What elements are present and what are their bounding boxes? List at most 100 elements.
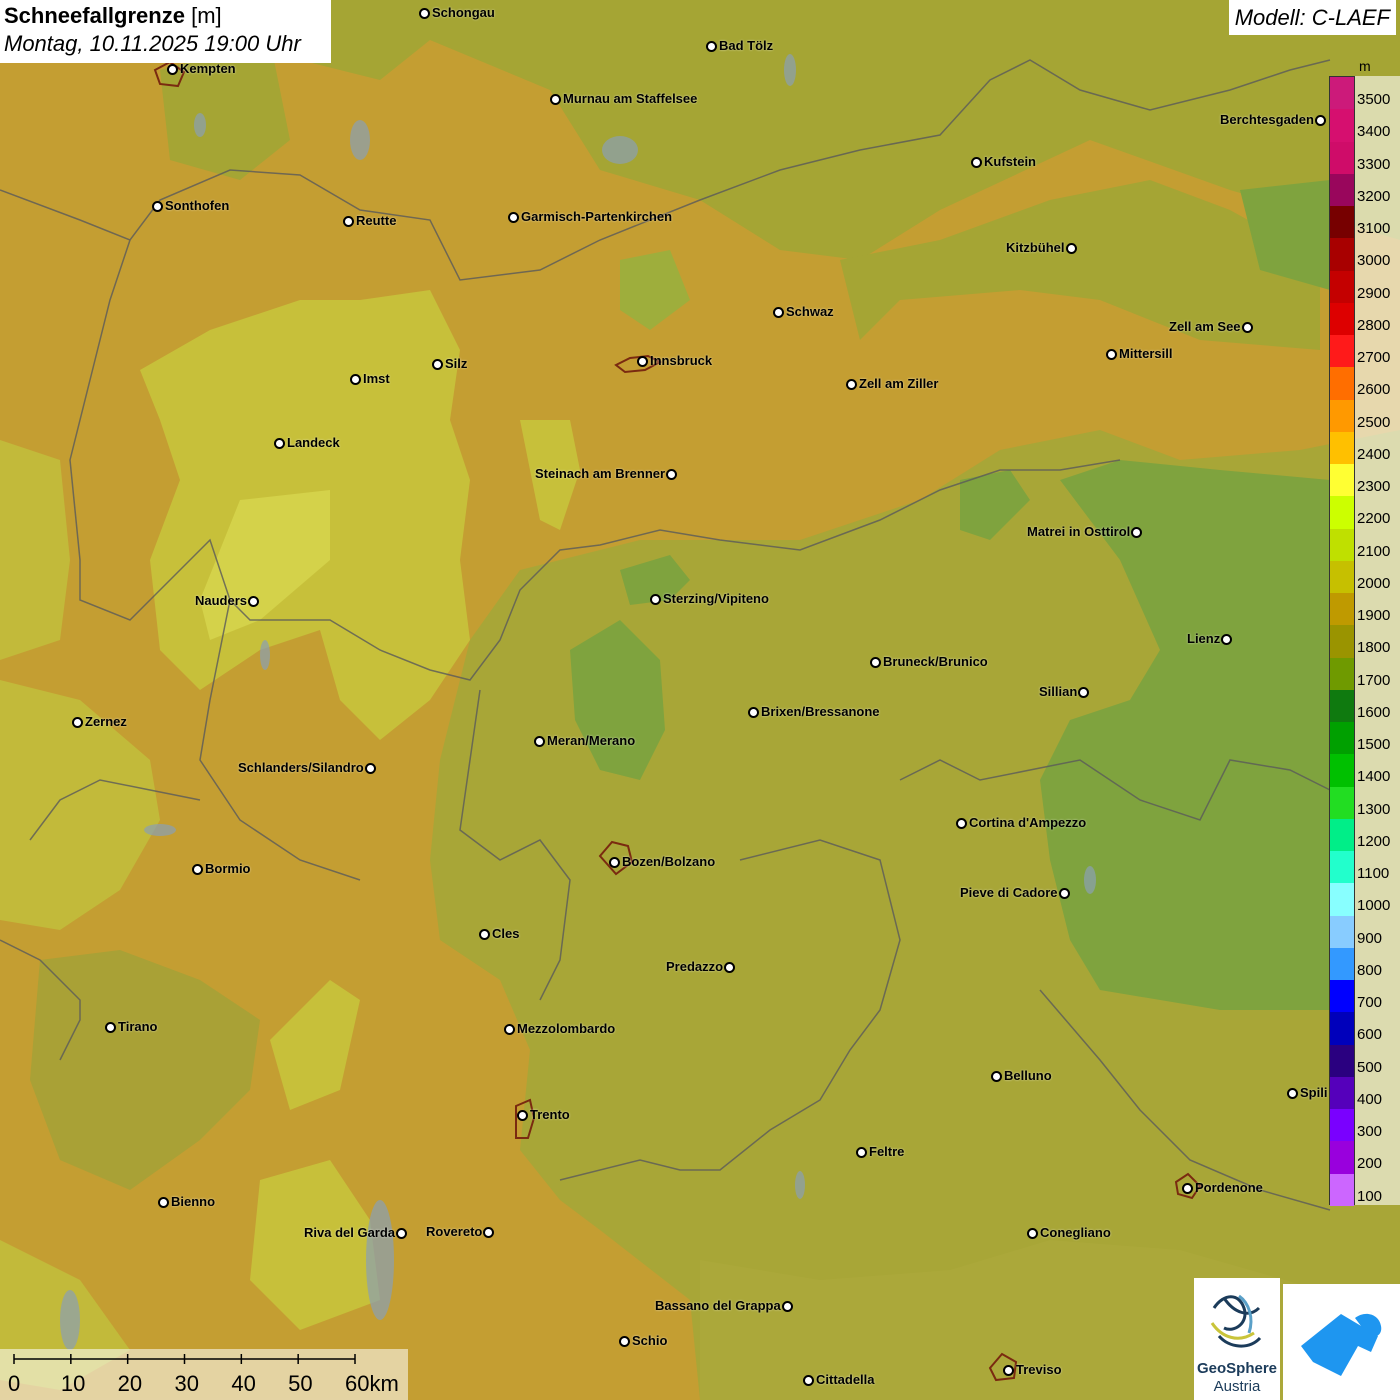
geosphere-logo[interactable]: GeoSphere Austria [1194, 1278, 1280, 1400]
scale-label: 50 [288, 1371, 313, 1396]
scale-label: 30 [174, 1371, 199, 1396]
city-label: Bienno [171, 1194, 216, 1209]
legend-label: 1500 [1357, 736, 1391, 754]
city-dot-icon [192, 864, 203, 875]
city-label: Schlanders/Silandro [238, 760, 364, 775]
legend-color-segment [1330, 399, 1354, 432]
legend-label: 200 [1357, 1155, 1383, 1173]
city-label: Mittersill [1119, 346, 1173, 361]
city-dot-icon [706, 41, 717, 52]
city-dot-icon [72, 717, 83, 728]
map-view[interactable]: Schongau Bad Tölz Kempten Murnau am Staffel… [0, 0, 1400, 1400]
city-label: Reutte [356, 213, 397, 228]
city-dot-icon [1242, 322, 1253, 333]
city-label: Cittadella [816, 1372, 875, 1387]
city-label: Predazzo [666, 959, 724, 974]
city-dot-icon [1078, 687, 1089, 698]
legend-color-segment [1330, 980, 1354, 1013]
legend-label: 1600 [1357, 703, 1391, 721]
city-label: Sonthofen [165, 198, 230, 213]
legend-color-segment [1330, 1173, 1354, 1206]
city-label: Treviso [1016, 1362, 1062, 1377]
geosphere-logo-icon [1210, 1294, 1262, 1348]
city-dot-icon [158, 1197, 169, 1208]
city-label: Trento [530, 1107, 570, 1122]
city-dot-icon [637, 356, 648, 367]
legend-color-segment [1330, 947, 1354, 980]
scale-label: 20 [117, 1371, 143, 1396]
city-dot-icon [1003, 1365, 1014, 1376]
city-label: Conegliano [1040, 1225, 1111, 1240]
city-dot-icon [609, 857, 620, 868]
legend-label: 900 [1357, 929, 1383, 947]
legend-label: 800 [1357, 961, 1383, 979]
legend-color-segment [1330, 1012, 1354, 1045]
legend-color-segment [1330, 689, 1354, 722]
city-dot-icon [550, 94, 561, 105]
warnapp-logo-icon [1301, 1313, 1382, 1376]
legend-label: 100 [1357, 1187, 1383, 1205]
city-label: Meran/Merano [547, 733, 636, 748]
map-title-main: Schneefallgrenze [4, 3, 185, 28]
legend-color-segment [1330, 141, 1354, 174]
legend-label: 2600 [1357, 381, 1391, 399]
city-dot-icon [274, 438, 285, 449]
legend-label: 1200 [1357, 832, 1391, 850]
legend-color-segment [1330, 1109, 1354, 1142]
city-label: Kufstein [984, 154, 1036, 169]
city-label: Schwaz [786, 304, 834, 319]
legend-label: 3400 [1357, 123, 1391, 141]
legend-label: 2100 [1357, 542, 1391, 560]
legend-color-segment [1330, 722, 1354, 755]
legend-color-segment [1330, 786, 1354, 819]
city-dot-icon [1131, 527, 1142, 538]
city-label: Landeck [287, 435, 340, 450]
legend-color-segment [1330, 77, 1354, 110]
legend-unit: m [1359, 58, 1371, 74]
city-label: Mezzolombardo [517, 1021, 616, 1036]
city-dot-icon [517, 1110, 528, 1121]
legend-color-segment [1330, 915, 1354, 948]
city-label: Tirano [118, 1019, 158, 1034]
map-datetime: Montag, 10.11.2025 19:00 Uhr [4, 31, 301, 56]
city-label: Innsbruck [650, 353, 713, 368]
city-label: Silz [445, 356, 468, 371]
city-dot-icon [350, 374, 361, 385]
legend-label: 1700 [1357, 671, 1391, 689]
city-label: Belluno [1004, 1068, 1052, 1083]
legend-label: 300 [1357, 1123, 1383, 1141]
legend-label: 400 [1357, 1090, 1383, 1108]
city-dot-icon [666, 469, 677, 480]
legend-label: 3200 [1357, 187, 1391, 205]
warnapp-logo[interactable] [1283, 1284, 1400, 1400]
city-dot-icon [248, 596, 259, 607]
legend-color-segment [1330, 335, 1354, 368]
city-label: Cles [492, 926, 520, 941]
city-label: Kitzbühel [1006, 240, 1065, 255]
city-label: Spili [1300, 1085, 1328, 1100]
legend-color-segment [1330, 431, 1354, 464]
city-dot-icon [856, 1147, 867, 1158]
city-label: Steinach am Brenner [535, 466, 666, 481]
legend-label: 700 [1357, 994, 1383, 1012]
legend-label: 500 [1357, 1058, 1383, 1076]
city-dot-icon [773, 307, 784, 318]
legend-color-segment [1330, 818, 1354, 851]
legend-label: 1900 [1357, 607, 1391, 625]
legend-color-segment [1330, 883, 1354, 916]
legend-color-segment [1330, 1076, 1354, 1109]
city-dot-icon [432, 359, 443, 370]
map-title-unit: [m] [191, 3, 222, 28]
legend-label: 1000 [1357, 897, 1391, 915]
legend-color-segment [1330, 528, 1354, 561]
city-label: Pieve di Cadore [960, 885, 1058, 900]
geosphere-sub: Austria [1213, 1378, 1261, 1395]
map-title-box: Schneefallgrenze [m] Montag, 10.11.2025 … [0, 0, 331, 63]
legend-label: 600 [1357, 1026, 1383, 1044]
legend-label: 2400 [1357, 445, 1391, 463]
city-label: Lienz [1187, 631, 1221, 646]
scale-label: 10 [60, 1371, 86, 1396]
city-label: Sterzing/Vipiteno [663, 591, 769, 606]
legend-color-segment [1330, 657, 1354, 690]
city-label: Zell am Ziller [859, 376, 939, 391]
